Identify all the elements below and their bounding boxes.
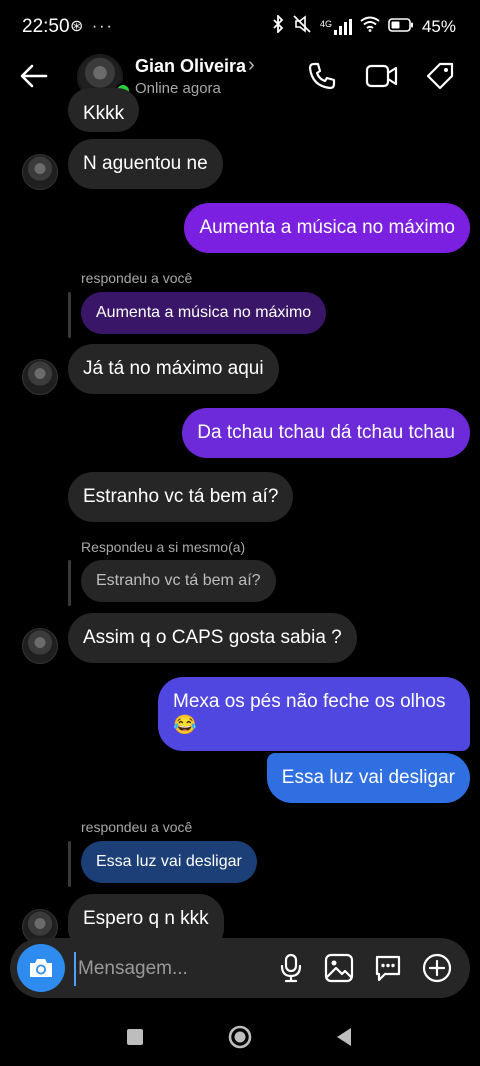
bluetooth-icon <box>272 13 284 38</box>
reply-indicator-bar <box>68 292 71 338</box>
message-incoming[interactable]: Estranho vc tá bem aí? <box>68 472 294 522</box>
network-type: 4G <box>319 18 332 29</box>
reply-indicator-bar <box>68 560 71 606</box>
online-status: Online agora <box>135 80 221 97</box>
nav-back-button[interactable] <box>334 1026 354 1048</box>
plus-icon <box>422 953 452 983</box>
reply-quote[interactable]: Aumenta a música no máximo <box>81 292 327 334</box>
reply-quote[interactable]: Estranho vc tá bem aí? <box>81 560 276 602</box>
mute-icon <box>292 15 312 38</box>
recent-apps-button[interactable] <box>126 1028 144 1046</box>
message-incoming[interactable]: Já tá no máximo aqui <box>68 344 279 394</box>
call-button[interactable] <box>306 60 340 94</box>
phone-icon <box>308 62 336 90</box>
reply-label: respondeu a você <box>81 270 193 286</box>
message-avatar[interactable] <box>22 628 58 664</box>
gallery-icon <box>324 953 354 983</box>
message-outgoing[interactable]: Da tchau tchau dá tchau tchau <box>182 408 470 458</box>
gallery-button[interactable] <box>324 953 354 983</box>
status-right: 4G 45% <box>272 13 456 38</box>
microphone-button[interactable] <box>277 953 305 983</box>
chevron-right-icon: › <box>248 54 255 76</box>
contact-name[interactable]: Gian Oliveira <box>135 56 246 77</box>
reply-label: respondeu a você <box>81 819 193 835</box>
message-incoming[interactable]: N aguentou ne <box>68 139 223 189</box>
home-button[interactable] <box>228 1025 252 1049</box>
back-button[interactable] <box>18 60 52 94</box>
message-outgoing[interactable]: Essa luz vai desligar <box>266 753 470 803</box>
status-time: 22:50 <box>22 16 70 37</box>
reply-indicator-bar <box>68 841 71 887</box>
wifi-icon <box>360 16 380 37</box>
message-avatar[interactable] <box>22 154 58 190</box>
reply-label: Respondeu a si mesmo(a) <box>81 539 246 555</box>
microphone-icon <box>280 953 302 983</box>
video-call-button[interactable] <box>365 62 401 92</box>
status-bar: 22:50 ⊛ ··· 4G 45% <box>0 0 480 50</box>
reply-quote[interactable]: Essa luz vai desligar <box>81 841 257 883</box>
message-text: Mexa os pés não feche os olhos <box>173 691 446 712</box>
sticker-icon <box>375 955 401 982</box>
message-outgoing[interactable]: Aumenta a música no máximo <box>184 203 470 253</box>
message-avatar[interactable] <box>22 359 58 395</box>
status-extra-icons: ⊛ ··· <box>70 18 114 35</box>
camera-icon <box>30 959 52 977</box>
message-input[interactable] <box>74 952 260 986</box>
video-icon <box>365 64 398 88</box>
system-navigation-bar <box>0 1000 480 1066</box>
nav-back-icon <box>337 1028 351 1046</box>
tag-icon <box>426 62 454 90</box>
tag-button[interactable] <box>424 60 458 94</box>
nav-square-icon <box>127 1029 143 1045</box>
camera-button[interactable] <box>17 944 65 992</box>
battery-percent: 45% <box>421 16 456 36</box>
message-incoming[interactable]: Kkkk <box>68 88 140 132</box>
message-outgoing[interactable]: Mexa os pés não feche os olhos 😂 <box>158 677 470 751</box>
laughing-emoji: 😂 <box>173 715 197 736</box>
back-arrow-icon <box>20 64 48 88</box>
message-incoming[interactable]: Assim q o CAPS gosta sabia ? <box>68 613 357 663</box>
signal-icon: 4G <box>319 18 352 35</box>
nav-home-icon <box>228 1025 252 1049</box>
sticker-button[interactable] <box>373 953 403 983</box>
more-options-button[interactable] <box>422 953 452 983</box>
battery-icon <box>388 17 414 37</box>
